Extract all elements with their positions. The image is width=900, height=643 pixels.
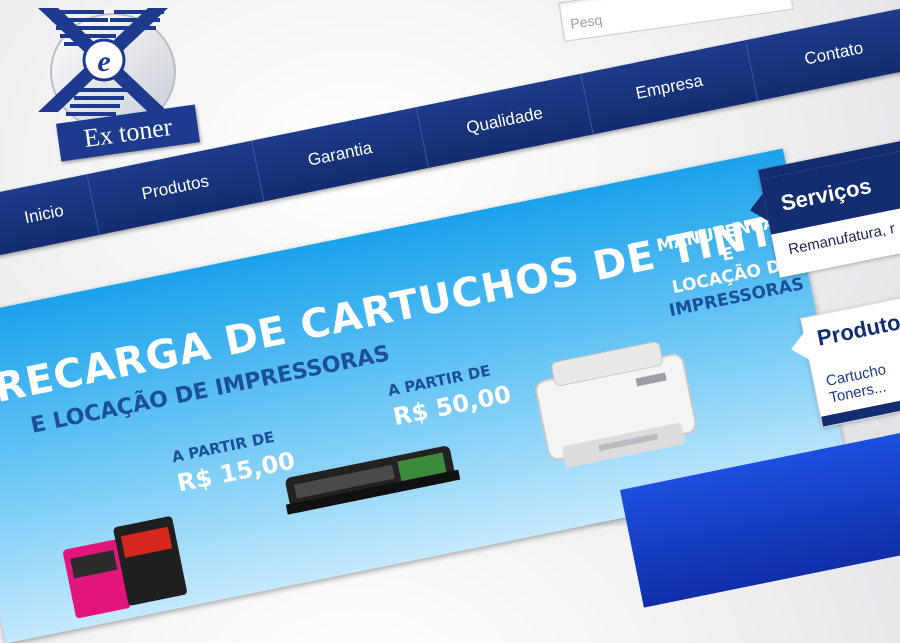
nav-item-qualidade[interactable]: Qualidade [416,73,594,168]
toner-cartridge-image [285,446,461,515]
ex-toner-logo[interactable]: e Ex toner [18,2,200,177]
ink-cartridges-image [63,516,187,619]
nav-item-garantia[interactable]: Garantia [252,107,430,202]
nav-item-inicio[interactable]: Inicio [0,174,100,261]
produtos-title: Produto [814,309,900,351]
logo-letter: e [97,45,110,78]
nav-item-contato[interactable]: Contato [745,6,900,101]
produtos-text: Cartucho Toners... [825,361,891,406]
nav-item-empresa[interactable]: Empresa [581,40,759,135]
search-placeholder: Pesq [569,11,604,32]
page: e Ex toner Pesq Inicio Produtos Garantia… [0,0,900,643]
printer-image [535,341,697,468]
search-input[interactable]: Pesq [558,0,794,42]
